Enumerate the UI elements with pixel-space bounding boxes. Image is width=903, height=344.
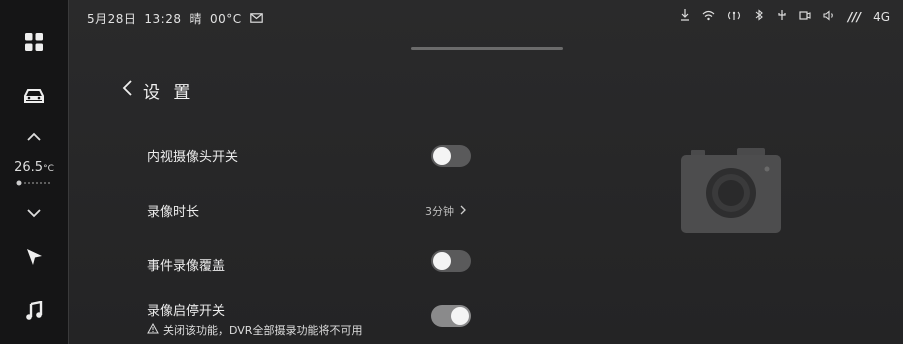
car-icon[interactable]: [0, 84, 68, 108]
setting-row-record-start-stop: 录像启停开关 关闭该功能，DVR全部摄录功能将不可用: [147, 300, 477, 338]
record-duration-selector[interactable]: 3分钟: [425, 203, 466, 219]
status-time: 13:28: [144, 11, 182, 26]
event-overwrite-label: 事件录像覆盖: [147, 259, 226, 274]
music-icon[interactable]: [0, 298, 68, 324]
left-dock: 26.5°C: [0, 0, 68, 344]
camera-status-icon: [799, 10, 811, 24]
back-icon[interactable]: [121, 78, 133, 103]
record-start-stop-toggle[interactable]: [431, 305, 471, 327]
camera-icon: [681, 148, 781, 238]
temperature-value: 26.5: [14, 160, 44, 175]
volume-icon: [823, 9, 836, 24]
header: 设 置: [121, 78, 194, 103]
wifi-icon: [702, 10, 715, 24]
signal-strength: ///: [847, 9, 862, 24]
warning-icon: [147, 322, 159, 337]
temperature-unit: °C: [43, 164, 54, 174]
camera-switch-toggle[interactable]: [431, 145, 471, 167]
setting-row-camera-switch: 内视摄像头开关: [147, 146, 477, 165]
fan-level-icon: [16, 180, 52, 186]
status-date: 5月28日: [87, 12, 137, 26]
network-type: 4G: [873, 9, 890, 24]
download-icon: [680, 9, 690, 24]
chevron-right-icon: [460, 205, 466, 218]
record-start-stop-label: 录像启停开关: [147, 304, 226, 319]
chevron-down-icon[interactable]: [0, 204, 68, 222]
toggle-knob: [433, 252, 451, 270]
temperature-display[interactable]: 26.5°C: [0, 160, 68, 175]
event-overwrite-toggle[interactable]: [431, 250, 471, 272]
status-temp: 00°C: [210, 11, 242, 26]
bluetooth-icon: [753, 9, 765, 24]
status-weather: 晴: [189, 12, 203, 26]
warning-note: 关闭该功能，DVR全部摄录功能将不可用: [147, 322, 477, 338]
usb-icon: [777, 9, 787, 24]
navigation-icon[interactable]: [0, 244, 68, 270]
camera-switch-label: 内视摄像头开关: [147, 150, 239, 165]
drag-handle[interactable]: [411, 47, 563, 50]
toggle-knob: [451, 307, 469, 325]
page-title: 设 置: [143, 83, 195, 103]
toggle-knob: [433, 147, 451, 165]
chevron-up-icon[interactable]: [0, 128, 68, 146]
record-duration-value: 3分钟: [425, 205, 454, 218]
hotspot-icon: [727, 10, 741, 24]
settings-panel: 5月28日 13:28 晴 00°C /// 4G 设 置 内视摄像头开关 录像…: [68, 0, 903, 344]
apps-icon[interactable]: [0, 28, 68, 56]
mail-icon: [249, 12, 263, 26]
warning-text: 关闭该功能，DVR全部摄录功能将不可用: [163, 324, 363, 337]
status-bar: 5月28日 13:28 晴 00°C /// 4G: [69, 0, 903, 34]
setting-row-event-overwrite: 事件录像覆盖: [147, 255, 477, 274]
